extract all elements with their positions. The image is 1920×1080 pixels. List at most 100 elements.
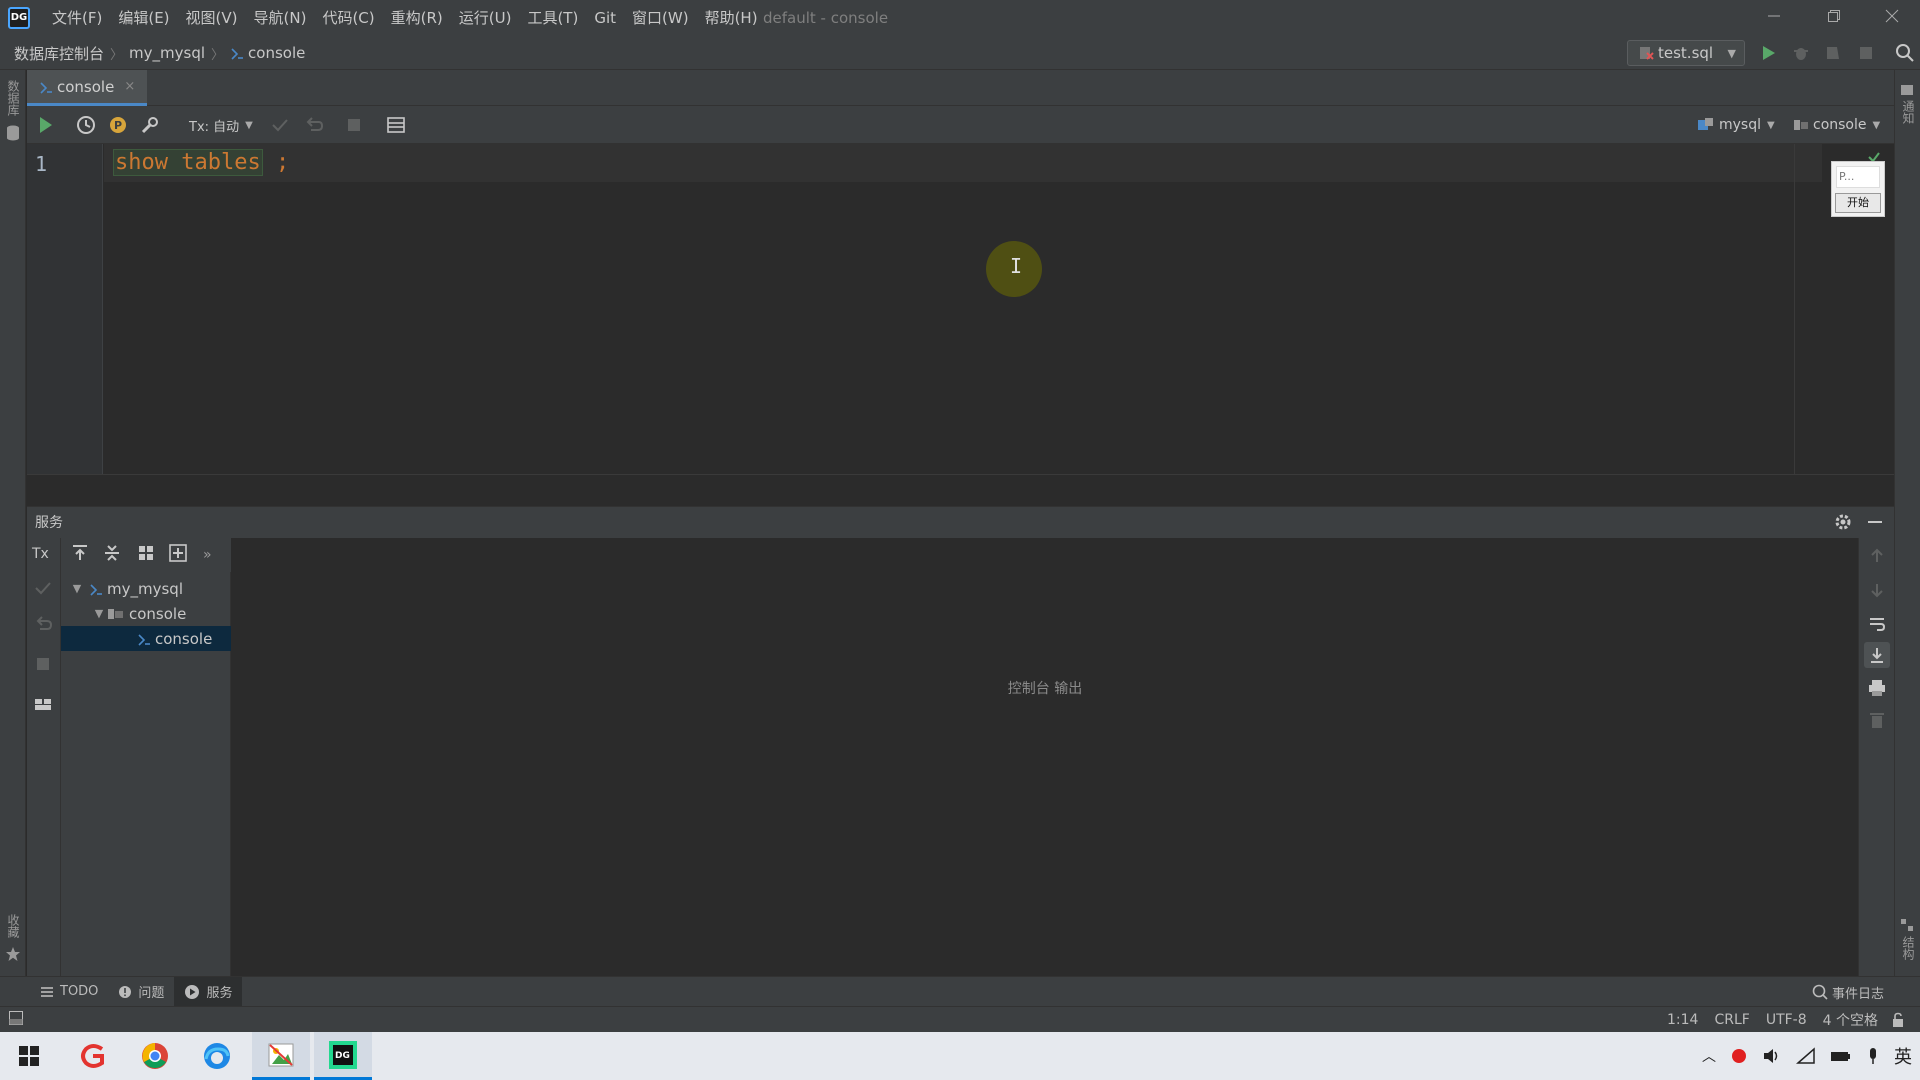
tree-item-console[interactable]: console — [61, 626, 231, 651]
menu-file[interactable]: 文件(F) — [44, 0, 110, 36]
microphone-icon[interactable] — [1866, 1047, 1880, 1065]
search-everywhere-button[interactable] — [1894, 42, 1916, 64]
menu-help[interactable]: 帮助(H) — [697, 0, 766, 36]
taskbar-app-paint[interactable] — [252, 1032, 310, 1080]
execute-button[interactable] — [35, 114, 57, 140]
tool-tab-services[interactable]: 服务 — [174, 976, 243, 1007]
services-commit-button[interactable] — [33, 578, 53, 602]
menu-tools[interactable]: 工具(T) — [519, 0, 586, 36]
tab-close-icon[interactable]: × — [124, 79, 135, 94]
more-actions-icon[interactable]: » — [203, 547, 212, 563]
tool-tab-problems[interactable]: 问题 — [108, 977, 174, 1007]
services-tx-button[interactable]: Tx — [32, 546, 49, 562]
check-icon — [35, 582, 51, 595]
breadcrumb-item-db-console[interactable]: 数据库控制台 — [14, 43, 104, 64]
commit-button[interactable] — [269, 114, 291, 140]
code-line[interactable]: show tables ; — [113, 149, 289, 176]
clear-output-button[interactable] — [1867, 710, 1887, 734]
explain-plan-button[interactable]: P — [107, 114, 129, 140]
panel-splitter[interactable] — [27, 474, 1894, 504]
record-icon[interactable] — [1730, 1047, 1748, 1065]
close-window-button[interactable] — [1866, 0, 1918, 36]
menu-navigate[interactable]: 导航(N) — [246, 0, 315, 36]
menu-run[interactable]: 运行(U) — [451, 0, 520, 36]
add-service-button[interactable] — [167, 542, 189, 568]
volume-icon[interactable] — [1762, 1047, 1782, 1065]
datasource-select[interactable]: mysql ▼ — [1697, 106, 1775, 144]
favorites-tool-window-button[interactable]: 收藏 — [5, 914, 22, 962]
collapse-all-button[interactable] — [101, 542, 123, 568]
rollback-button[interactable] — [303, 114, 325, 140]
expand-all-button[interactable] — [69, 542, 91, 568]
check-icon — [272, 119, 288, 132]
scroll-down-button[interactable] — [1867, 580, 1887, 604]
database-tool-label: 数据库 — [6, 80, 20, 116]
group-by-button[interactable] — [135, 542, 157, 568]
datagrip-app-label: DG — [335, 1051, 350, 1061]
chevron-down-icon[interactable]: ▼ — [69, 582, 85, 595]
minimize-button[interactable] — [1748, 0, 1800, 36]
console-output-area[interactable]: 控制台 输出 — [232, 538, 1858, 976]
menu-view[interactable]: 视图(V) — [178, 0, 246, 36]
menu-edit[interactable]: 编辑(E) — [110, 0, 177, 36]
title-bar: DG 文件(F) 编辑(E) 视图(V) 导航(N) 代码(C) 重构(R) 运… — [0, 0, 1920, 36]
result-layout-button[interactable] — [385, 114, 407, 140]
run-button[interactable] — [1757, 42, 1779, 64]
indent-setting[interactable]: 4 个空格 — [1823, 1010, 1878, 1030]
taskbar-app-edge[interactable] — [188, 1032, 246, 1080]
services-layout-button[interactable] — [33, 694, 53, 718]
tool-tab-todo[interactable]: TODO — [30, 977, 108, 1007]
menu-refactor[interactable]: 重构(R) — [383, 0, 451, 36]
tab-console[interactable]: console × — [27, 70, 148, 106]
sql-editor[interactable]: 1 show tables ; I — [27, 144, 1894, 474]
services-settings-button[interactable] — [1833, 512, 1853, 536]
stop-button[interactable] — [1855, 42, 1877, 64]
print-button[interactable] — [1867, 678, 1887, 702]
soft-wrap-icon — [1870, 618, 1886, 631]
toggle-tool-windows-button[interactable] — [8, 1010, 24, 1030]
notifications-tool-window-button[interactable]: 通知 — [1900, 84, 1917, 128]
menu-git[interactable]: Git — [586, 0, 624, 36]
lock-icon[interactable] — [1890, 1012, 1906, 1028]
restore-button[interactable] — [1808, 0, 1860, 36]
start-button[interactable] — [0, 1032, 58, 1080]
services-minimize-button[interactable] — [1865, 512, 1885, 536]
scroll-up-button[interactable] — [1867, 546, 1887, 570]
input-method-indicator[interactable]: 英 — [1894, 1043, 1912, 1069]
taskbar-app-g[interactable] — [64, 1032, 122, 1080]
menu-code[interactable]: 代码(C) — [314, 0, 382, 36]
taskbar-app-datagrip[interactable]: DG — [314, 1032, 372, 1080]
chevron-down-icon[interactable]: ▼ — [91, 607, 107, 620]
history-button[interactable] — [75, 114, 97, 140]
taskbar-app-chrome[interactable] — [126, 1032, 184, 1080]
breadcrumb-item-datasource[interactable]: my_mysql — [129, 44, 205, 62]
file-encoding[interactable]: UTF-8 — [1766, 1012, 1807, 1028]
tree-item-datasource[interactable]: ▼ my_mysql — [61, 576, 231, 601]
soft-wrap-button[interactable] — [1867, 614, 1887, 638]
services-rollback-button[interactable] — [33, 614, 53, 638]
menu-window[interactable]: 窗口(W) — [624, 0, 697, 36]
event-log-button[interactable]: 事件日志 — [1812, 977, 1884, 1007]
structure-tool-window-button[interactable]: 结构 — [1900, 918, 1917, 964]
line-separator[interactable]: CRLF — [1714, 1012, 1749, 1028]
services-stop-button[interactable] — [33, 654, 53, 678]
show-hidden-icons-icon[interactable]: ︿ — [1702, 1046, 1716, 1066]
run-configuration-select[interactable]: test.sql ▼ — [1627, 40, 1745, 66]
bottom-tool-tabs: TODO 问题 服务 事件日志 — [0, 976, 1920, 1007]
transaction-mode-select[interactable]: Tx: 自动 ▼ — [189, 106, 253, 144]
tree-item-session[interactable]: ▼ console — [61, 601, 231, 626]
settings-button[interactable] — [139, 114, 161, 140]
debug-button[interactable] — [1790, 42, 1812, 64]
caret-position[interactable]: 1:14 — [1667, 1012, 1698, 1028]
layout-icon — [35, 699, 51, 710]
schema-select[interactable]: console ▼ — [1793, 106, 1880, 144]
battery-icon[interactable] — [1830, 1047, 1852, 1065]
database-tool-window-button[interactable]: 数据库 — [5, 80, 22, 142]
widget-start-button[interactable]: 开始 — [1835, 193, 1881, 213]
scroll-to-end-button[interactable] — [1864, 642, 1890, 668]
coverage-button[interactable] — [1822, 42, 1844, 64]
breadcrumb-item-console[interactable]: console — [248, 44, 305, 62]
cancel-statement-button[interactable] — [343, 114, 365, 140]
widget-input[interactable]: P... — [1836, 166, 1880, 188]
network-icon[interactable] — [1796, 1047, 1816, 1065]
